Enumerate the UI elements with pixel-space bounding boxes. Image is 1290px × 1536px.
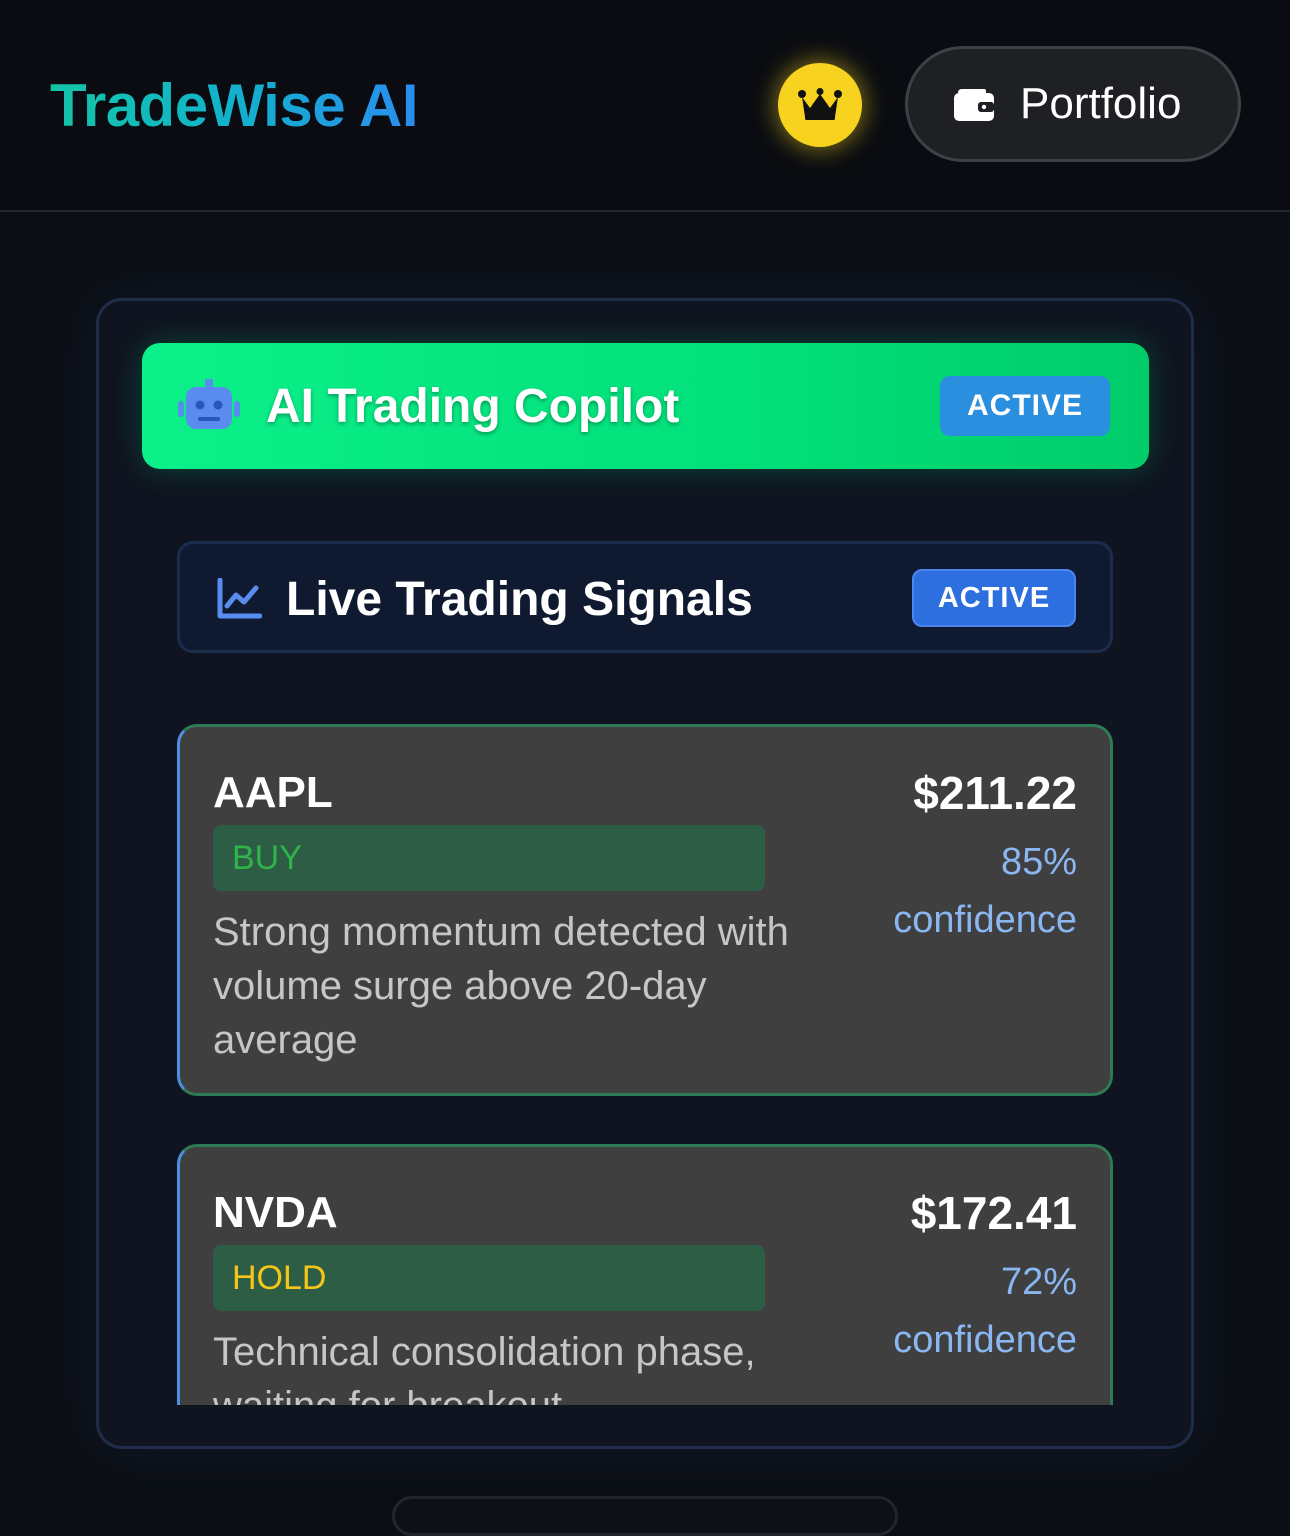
- signal-price: $172.41: [910, 1187, 1077, 1239]
- signal-confidence: 72% confidence: [893, 1253, 1077, 1369]
- signals-status-badge: ACTIVE: [912, 569, 1076, 627]
- chart-line-icon: [217, 578, 262, 619]
- signal-action-badge: HOLD: [213, 1245, 765, 1311]
- copilot-header: AI Trading Copilot ACTIVE: [142, 343, 1149, 469]
- copilot-title: AI Trading Copilot: [266, 380, 680, 433]
- signal-ticker: NVDA: [213, 1188, 338, 1237]
- live-signals-header: Live Trading Signals ACTIVE: [177, 541, 1113, 653]
- premium-button[interactable]: [778, 63, 862, 147]
- confidence-value: 72%: [1000, 1261, 1077, 1303]
- confidence-label: confidence: [893, 1319, 1077, 1361]
- confidence-value: 85%: [1000, 841, 1077, 883]
- signal-card-nvda[interactable]: NVDA HOLD Technical consolidation phase,…: [177, 1144, 1113, 1405]
- bottom-button-edge[interactable]: [392, 1496, 898, 1536]
- signal-action-badge: BUY: [213, 825, 765, 891]
- copilot-status-badge: ACTIVE: [940, 376, 1110, 436]
- signal-reason: Technical consolidation phase, waiting f…: [213, 1330, 756, 1405]
- signal-confidence: 85% confidence: [893, 833, 1077, 949]
- portfolio-label: Portfolio: [1020, 79, 1182, 128]
- signals-list[interactable]: AAPL BUY Strong momentum detected with v…: [177, 724, 1114, 1405]
- signals-title: Live Trading Signals: [286, 573, 753, 626]
- signal-reason: Strong momentum detected with volume sur…: [213, 910, 789, 1062]
- crown-icon: [798, 88, 842, 120]
- signal-ticker: AAPL: [213, 768, 333, 817]
- signal-price: $211.22: [913, 767, 1077, 819]
- wallet-icon: [954, 89, 994, 121]
- app-title[interactable]: TradeWise AI: [50, 70, 419, 142]
- portfolio-button[interactable]: Portfolio: [905, 46, 1241, 162]
- confidence-label: confidence: [893, 899, 1077, 941]
- signal-card-aapl[interactable]: AAPL BUY Strong momentum detected with v…: [177, 724, 1113, 1096]
- top-header: TradeWise AI Portfolio: [0, 0, 1290, 212]
- robot-icon: [178, 379, 240, 429]
